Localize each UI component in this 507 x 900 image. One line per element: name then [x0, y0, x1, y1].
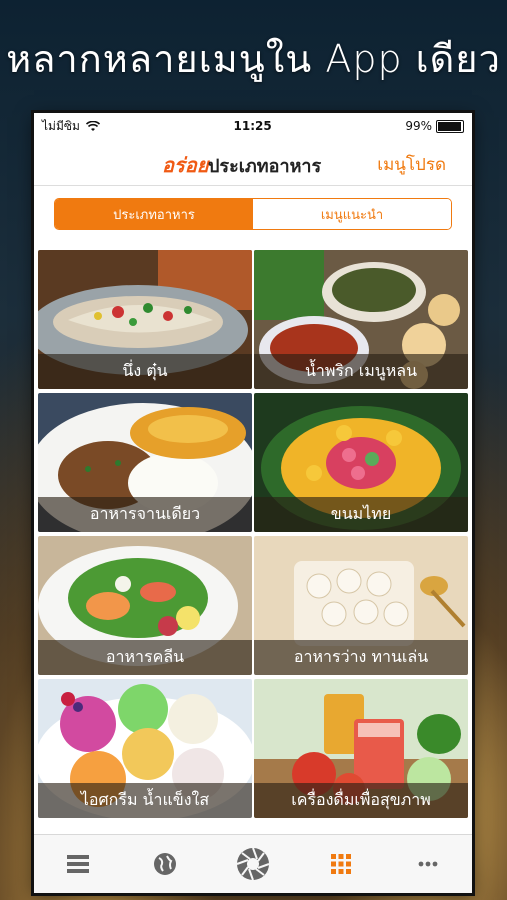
category-tile-single-dish[interactable]: อาหารจานเดียว — [38, 393, 252, 532]
category-label: ขนมไทย — [254, 497, 468, 532]
category-tile-steamed[interactable]: นึ่ง ตุ๋น — [38, 250, 252, 389]
tab-grid[interactable] — [311, 844, 371, 884]
grid-icon — [330, 854, 351, 874]
tab-list[interactable] — [48, 844, 108, 884]
category-tile-healthy-drinks[interactable]: เครื่องดื่มเพื่อสุขภาพ — [254, 679, 468, 818]
status-bar: ไม่มีซิม 11:25 99% — [34, 113, 472, 139]
category-label: นึ่ง ตุ๋น — [38, 354, 252, 389]
battery-icon — [435, 119, 464, 133]
segmented-control: ประเภทอาหาร เมนูแนะนำ — [54, 198, 452, 230]
promo-headline: หลากหลายเมนูใน App เดียว — [6, 37, 501, 81]
tab-camera[interactable] — [223, 844, 283, 884]
battery-percent: 99% — [405, 119, 432, 133]
category-label: อาหารว่าง ทานเล่น — [254, 640, 468, 675]
category-tile-thai-dessert[interactable]: ขนมไทย — [254, 393, 468, 532]
category-label: ไอศกรีม น้ำแข็งใส — [38, 783, 252, 818]
segment-recommended[interactable]: เมนูแนะนำ — [253, 199, 451, 229]
tab-more[interactable] — [398, 844, 458, 884]
carrier-label: ไม่มีซิม — [42, 118, 80, 133]
category-tile-clean-food[interactable]: อาหารคลีน — [38, 536, 252, 675]
wifi-icon — [85, 120, 100, 131]
logo-text: อร่อย — [162, 153, 209, 177]
app-logo: อร่อย — [162, 149, 208, 181]
tab-globe[interactable] — [135, 844, 195, 884]
tab-bar — [34, 834, 472, 893]
category-grid: นึ่ง ตุ๋น น้ำพริก เมนูหลน อาหารจานเดียว … — [38, 250, 468, 818]
nav-bar: อร่อย ประเภทอาหาร เมนูโปรด — [34, 139, 472, 186]
page-title: ประเภทอาหาร — [208, 156, 322, 177]
list-icon — [66, 855, 89, 873]
category-tile-snacks[interactable]: อาหารว่าง ทานเล่น — [254, 536, 468, 675]
globe-icon — [154, 853, 177, 875]
phone-screen: ไม่มีซิม 11:25 99% อร่อย ประเภทอาหาร เมน… — [34, 113, 472, 893]
status-time: 11:25 — [233, 119, 272, 133]
category-label: น้ำพริก เมนูหลน — [254, 354, 468, 389]
more-icon — [418, 861, 438, 867]
category-label: เครื่องดื่มเพื่อสุขภาพ — [254, 783, 468, 818]
category-label: อาหารคลีน — [38, 640, 252, 675]
category-tile-ice-cream[interactable]: ไอศกรีม น้ำแข็งใส — [38, 679, 252, 818]
favorites-button[interactable]: เมนูโปรด — [377, 151, 446, 178]
category-label: อาหารจานเดียว — [38, 497, 252, 532]
segment-categories[interactable]: ประเภทอาหาร — [55, 199, 253, 229]
camera-aperture-icon — [236, 847, 270, 881]
category-tile-chili-paste[interactable]: น้ำพริก เมนูหลน — [254, 250, 468, 389]
